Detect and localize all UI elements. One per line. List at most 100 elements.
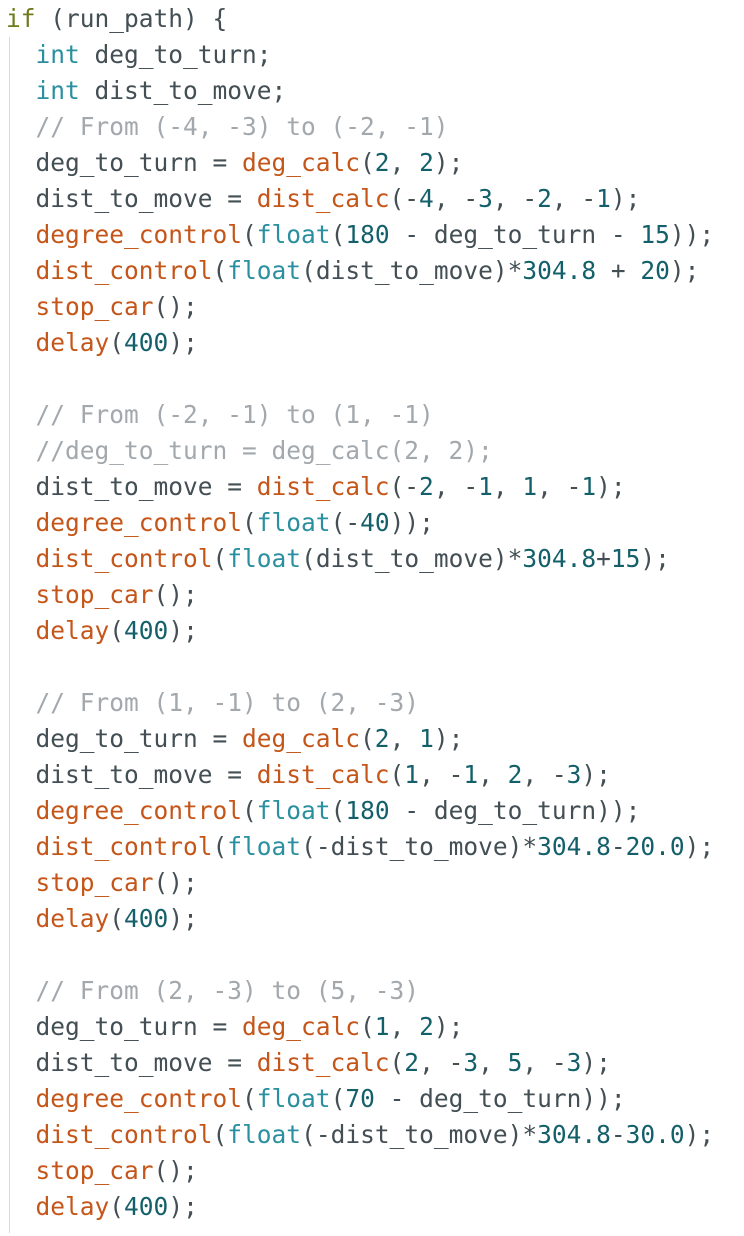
code-line[interactable]: dist_control(float(dist_to_move)*304.8+1… [6,541,670,577]
code-token: ( [109,904,125,933]
code-token: 1 [419,724,434,753]
code-token: (- [389,472,420,501]
code-token: 20 [640,256,670,285]
code-token: ( [109,1192,125,1221]
code-token: - deg_to_turn - [389,220,641,249]
code-token: 1 [596,184,611,213]
code-token: (- [330,508,361,537]
code-line[interactable]: dist_control(float(-dist_to_move)*304.8-… [6,829,715,865]
code-token: ( [360,148,375,177]
code-line[interactable]: delay(400); [6,901,198,937]
code-token: deg_calc [242,148,361,177]
code-line[interactable]: // From (-4, -3) to (-2, -1) [6,109,449,145]
code-token: dist_to_move; [79,76,287,105]
code-token: ( [242,796,257,825]
code-token: delay [35,328,110,357]
code-line[interactable]: int dist_to_move; [6,73,287,109]
code-token: 2 [404,1048,420,1077]
code-token: )); [389,508,434,537]
code-token: , [478,1048,508,1077]
code-editor[interactable]: if (run_path) { int deg_to_turn; int dis… [0,0,744,1236]
code-token: 5 [507,1048,523,1077]
code-token: , [478,760,508,789]
code-line[interactable]: delay(400); [6,613,198,649]
code-line[interactable]: dist_to_move = dist_calc(-4, -3, -2, -1)… [6,181,641,217]
code-token: (- [389,184,420,213]
code-line[interactable]: // From (1, -1) to (2, -3) [6,685,420,721]
code-token: 2 [374,724,390,753]
code-token: deg_to_turn = [6,1012,243,1041]
code-line[interactable]: stop_car(); [6,865,198,901]
code-token: dist_to_move = [6,184,257,213]
code-line[interactable]: stop_car(); [6,289,198,325]
code-line[interactable]: degree_control(float(180 - deg_to_turn -… [6,217,715,253]
code-line[interactable]: // From (-2, -1) to (1, -1) [6,397,434,433]
code-line[interactable]: stop_car(); [6,1153,198,1189]
code-line[interactable]: degree_control(float(180 - deg_to_turn))… [6,793,641,829]
code-token: ); [684,1120,715,1149]
code-token: float [227,544,302,573]
code-token: , [389,148,420,177]
code-line[interactable]: //deg_to_turn = deg_calc(2, 2); [6,433,493,469]
code-token: dist_calc [256,1048,390,1077]
code-token: dist_to_move = [6,472,257,501]
code-token: ( [330,1084,346,1113]
code-token: ); [168,616,198,645]
code-token: ( [330,796,346,825]
code-token: - [610,832,626,861]
code-line[interactable]: dist_to_move = dist_calc(2, -3, 5, -3); [6,1045,611,1081]
code-line[interactable]: dist_to_move = dist_calc(1, -1, 2, -3); [6,757,611,793]
code-line[interactable]: delay(400); [6,325,198,361]
code-line[interactable]: // From (2, -3) to (5, -3) [6,973,420,1009]
code-token: 1 [478,472,493,501]
code-token: 15 [640,220,670,249]
code-line[interactable]: deg_to_turn = deg_calc(2, 2); [6,145,464,181]
code-token: ( [109,328,125,357]
code-token: delay [35,1192,110,1221]
code-token: 400 [124,904,169,933]
code-token: 400 [124,328,169,357]
code-token: 3 [478,184,493,213]
code-line[interactable]: degree_control(float(70 - deg_to_turn)); [6,1081,626,1117]
code-line[interactable]: dist_control(float(-dist_to_move)*304.8-… [6,1117,715,1153]
code-token: degree_control [35,796,243,825]
code-token: 304.8 [537,832,611,861]
code-token: 2 [537,184,552,213]
code-token: ); [433,1012,464,1041]
code-line[interactable]: dist_control(float(dist_to_move)*304.8 +… [6,253,700,289]
code-token: - [610,1120,626,1149]
code-line[interactable]: stop_car(); [6,577,198,613]
code-line[interactable]: delay(400); [6,1189,198,1225]
code-line[interactable]: int deg_to_turn; [6,37,272,73]
code-token: float [256,1084,331,1113]
code-line[interactable]: degree_control(float(-40)); [6,505,434,541]
code-token: stop_car [35,580,154,609]
code-token: (); [153,292,198,321]
code-token: , [492,472,523,501]
code-line[interactable]: deg_to_turn = deg_calc(2, 1); [6,721,464,757]
code-token: degree_control [35,508,243,537]
code-token: ( [389,760,405,789]
code-token: 1 [463,760,479,789]
code-line[interactable]: dist_to_move = dist_calc(-2, -1, 1, -1); [6,469,626,505]
code-token: ); [684,832,715,861]
code-token: , - [419,760,464,789]
code-token: 180 [345,796,390,825]
code-token: 304.8 [537,1120,611,1149]
code-token: // From (-2, -1) to (1, -1) [6,400,434,429]
code-line[interactable]: if (run_path) { [6,1,227,37]
code-line[interactable]: deg_to_turn = deg_calc(1, 2); [6,1009,464,1045]
code-token: float [256,220,331,249]
code-token: , - [492,184,538,213]
code-token: ); [168,904,198,933]
code-token: // From (-4, -3) to (-2, -1) [6,112,449,141]
code-token: ( [212,256,228,285]
code-token: 2 [374,148,390,177]
code-token: // From (1, -1) to (2, -3) [6,688,420,717]
code-token: int [35,40,80,69]
